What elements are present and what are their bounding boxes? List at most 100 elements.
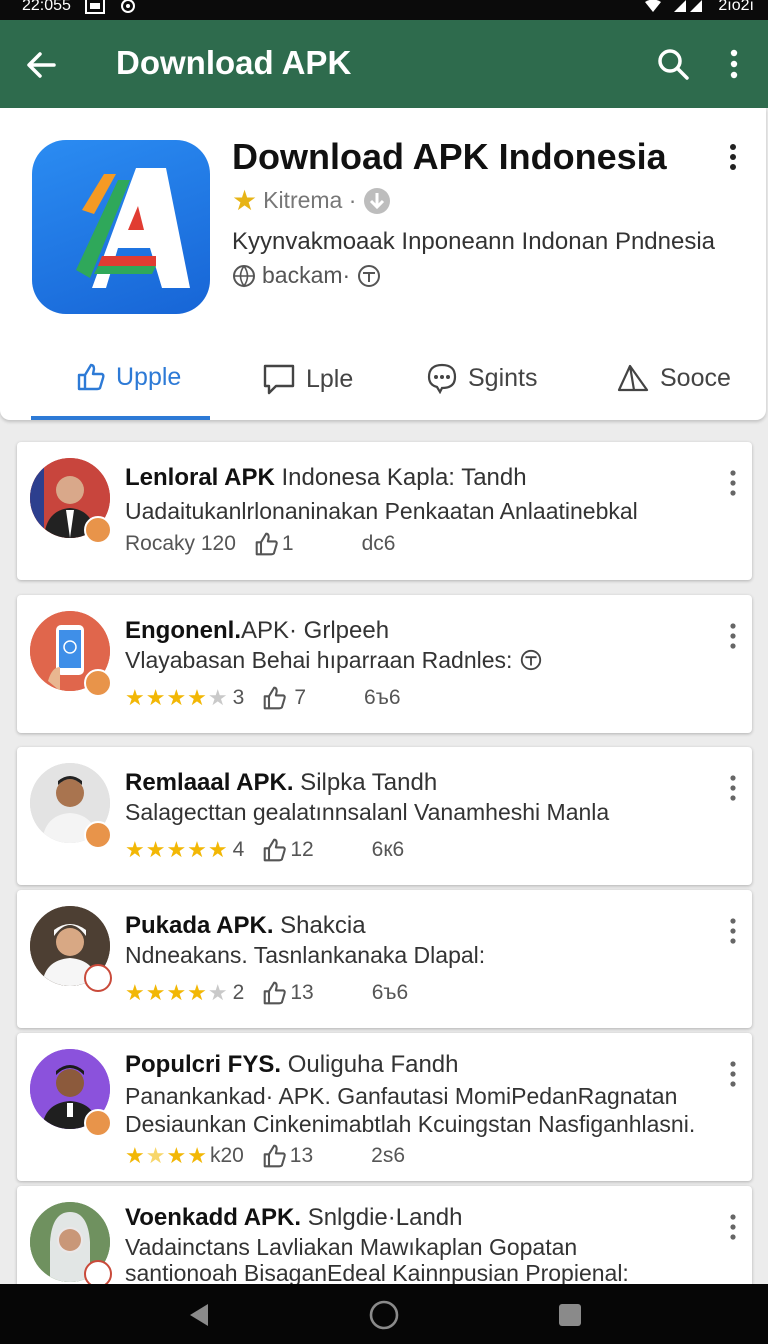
- download-icon[interactable]: [362, 186, 392, 216]
- post-meta: ★★★★★ 3 7 6ъ6: [125, 685, 401, 711]
- rating-text: 3: [232, 686, 245, 709]
- thumbs-up-icon[interactable]: [254, 532, 280, 556]
- backup-label: backam·: [262, 262, 351, 288]
- tab-label: Lple: [306, 364, 354, 393]
- screenshot-icon: [84, 0, 105, 14]
- rating-text: k20: [209, 1144, 244, 1167]
- home-nav-icon[interactable]: [369, 1300, 399, 1330]
- developer-name[interactable]: Kitrema ·: [263, 187, 356, 214]
- thumbs-up-icon[interactable]: [262, 686, 288, 710]
- status-time: 22:055: [22, 0, 71, 14]
- post-title: Remlaaal APK. Silpka Tandh: [125, 769, 438, 796]
- star-icon: ★: [232, 185, 258, 216]
- more-options-icon[interactable]: [722, 142, 744, 172]
- thumbs-up-icon[interactable]: [262, 981, 288, 1005]
- extra-count: 2s6: [371, 1144, 406, 1167]
- post-body: santionoah BisaganEdeal Kainnpusian Prop…: [125, 1260, 629, 1286]
- tab-upple[interactable]: Upple: [76, 362, 181, 392]
- tab-indicator: [31, 416, 210, 420]
- likes-count: 13: [289, 1144, 314, 1167]
- tab-label: Sooce: [660, 363, 731, 392]
- post-body: Ndneakans. Tasnlankanaka Dlapal:: [125, 942, 486, 968]
- thumbs-up-icon[interactable]: [262, 838, 288, 862]
- tab-sooce[interactable]: Sooce: [616, 362, 731, 394]
- chat-bubble-icon: [263, 364, 295, 395]
- list-item[interactable]: Remlaaal APK. Silpka Tandh Salagecttan g…: [17, 747, 752, 885]
- likes-count: 13: [290, 981, 314, 1004]
- more-options-icon[interactable]: [724, 773, 742, 803]
- tab-label: Upple: [116, 362, 182, 391]
- post-meta: ★★★★★ 2 13 6ъ6: [125, 980, 408, 1006]
- more-options-icon[interactable]: [724, 916, 742, 946]
- award-badge-icon: [84, 964, 112, 992]
- verified-badge-icon: [84, 669, 112, 697]
- more-options-icon[interactable]: [724, 1059, 742, 1089]
- post-title: Engonenl.APK· Grlpeeh: [125, 617, 390, 644]
- more-options-icon[interactable]: [724, 468, 742, 498]
- list-item[interactable]: Voenkadd APK. Snlgdie·Landh Vadainctans …: [17, 1186, 752, 1296]
- list-item[interactable]: Lenloral APK Indonesa Kapla: Tandh Uadai…: [17, 442, 752, 580]
- rating-text: 2: [232, 981, 245, 1004]
- list-item[interactable]: Engonenl.APK· Grlpeeh Vlayabasan Behai h…: [17, 595, 752, 733]
- battery-text: 2ıo2ı: [718, 0, 754, 14]
- rating-text: Rocaky 120: [125, 532, 236, 555]
- thumbs-up-icon: [77, 363, 105, 391]
- post-body: Salagecttan gealatınnsalanl Vanamheshi M…: [125, 799, 610, 825]
- recents-nav-icon[interactable]: [557, 1302, 583, 1328]
- extra-count: 6к6: [371, 838, 405, 861]
- post-meta: ★★★★★ 4 12 6к6: [125, 837, 404, 863]
- star-rating: ★★★★★: [125, 685, 229, 710]
- extra-count: 6ъ6: [364, 686, 401, 709]
- verified-badge-icon: [84, 516, 112, 544]
- likes-count: 1: [281, 532, 294, 555]
- search-icon[interactable]: [656, 47, 690, 81]
- globe-icon: [233, 264, 255, 287]
- tab-sgints[interactable]: Sgints: [426, 362, 537, 394]
- rating-text: 4: [232, 838, 245, 861]
- more-options-icon[interactable]: [724, 621, 742, 651]
- post-meta: Rocaky 120 1 dc6: [125, 532, 395, 556]
- post-title: Populcri FYS. Ouliguha Fandh: [125, 1051, 459, 1078]
- verified-badge-icon: [84, 821, 112, 849]
- app-header-card: Download APK Indonesia ★ Kitrema · Kyynv…: [0, 108, 766, 420]
- comment-dots-icon: [427, 363, 457, 394]
- overflow-menu-icon[interactable]: [720, 47, 748, 81]
- star-rating: ★★★★: [125, 1143, 208, 1168]
- star-rating: ★★★★★: [125, 837, 229, 862]
- extra-count: 6ъ6: [371, 981, 409, 1004]
- back-arrow-icon[interactable]: [24, 48, 58, 82]
- back-nav-icon[interactable]: [186, 1302, 212, 1328]
- post-body: Panankankad· APK. Ganfautasi MomiPedanRa…: [125, 1083, 678, 1109]
- post-body: Vadainctans Lavliakan Mawıkaplan Gopatan: [125, 1234, 578, 1260]
- developer-row: ★ Kitrema ·: [232, 184, 392, 217]
- post-body: Vlayabasan Behai hıparraan Radnles:: [125, 647, 543, 674]
- post-meta: ★★★★ k20 13 2s6: [125, 1143, 405, 1169]
- post-title: Pukada APK. Shakcia: [125, 912, 366, 939]
- thumbs-up-icon[interactable]: [262, 1144, 288, 1168]
- share-icon: [617, 364, 649, 392]
- post-body: Uadaitukanlrlonaninakan Penkaatan Anlaat…: [125, 498, 638, 524]
- extra-count: dc6: [361, 532, 396, 555]
- tab-bar: Upple Lple Sgints Sooce: [0, 348, 766, 420]
- app-logo: [32, 140, 210, 314]
- post-title: Voenkadd APK. Snlgdie·Landh: [125, 1204, 463, 1231]
- shield-icon: [520, 649, 541, 671]
- signal-icon: [674, 0, 703, 12]
- app-title: Download APK Indonesia: [232, 136, 667, 177]
- verified-badge-icon: [84, 1109, 112, 1137]
- tab-label: Sgints: [468, 363, 538, 392]
- app-bar: Download APK: [0, 20, 768, 108]
- tab-lple[interactable]: Lple: [262, 362, 353, 396]
- post-title: Lenloral APK Indonesa Kapla: Tandh: [125, 464, 527, 491]
- list-item[interactable]: Pukada APK. Shakcia Ndneakans. Tasnlanka…: [17, 890, 752, 1028]
- list-item[interactable]: Populcri FYS. Ouliguha Fandh Panankankad…: [17, 1033, 752, 1181]
- more-options-icon[interactable]: [724, 1212, 742, 1242]
- star-rating: ★★★★★: [125, 980, 229, 1005]
- app-bar-title: Download APK: [116, 44, 352, 81]
- shield-icon: [358, 264, 381, 287]
- likes-count: 7: [294, 686, 307, 709]
- system-nav-bar: [0, 1284, 768, 1344]
- sync-icon: [120, 0, 135, 13]
- likes-count: 12: [290, 838, 314, 861]
- wifi-icon: [645, 0, 662, 12]
